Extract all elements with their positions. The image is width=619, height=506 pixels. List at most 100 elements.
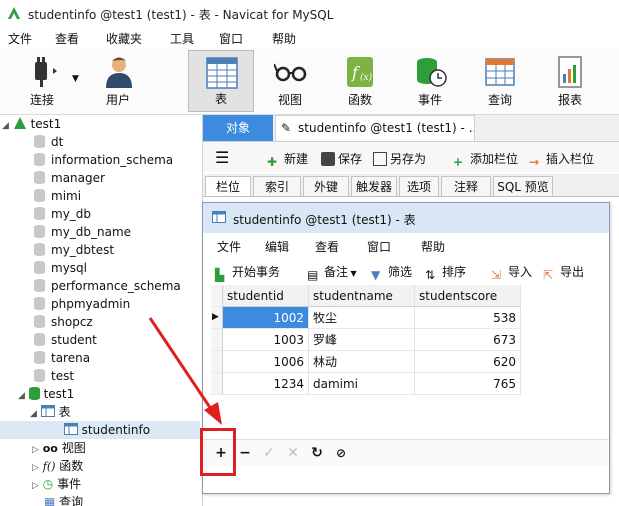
tree-database-item[interactable]: mimi — [34, 187, 81, 205]
note-button[interactable]: ▤ 备注 ▼ — [307, 263, 357, 282]
expand-icon[interactable]: ▷ — [32, 481, 39, 491]
tab-document[interactable]: ✎ studentinfo @test1 (test1) - ... — [275, 115, 475, 141]
tree-database-item[interactable]: shopcz — [34, 313, 93, 331]
table-cell[interactable]: 林动 — [309, 351, 415, 373]
tab-triggers[interactable]: 触发器 — [351, 176, 397, 196]
table-button[interactable]: 表 — [188, 50, 254, 112]
tree-selected-table[interactable]: studentinfo — [0, 421, 200, 439]
new-icon: ✚ — [267, 155, 278, 169]
tab-options[interactable]: 选项 — [399, 176, 439, 196]
menu-help[interactable]: 帮助 — [272, 30, 296, 47]
table-cell[interactable]: 765 — [415, 373, 521, 395]
event-icon: ◷ — [42, 477, 54, 491]
table-cell[interactable]: 1006 — [223, 351, 309, 373]
table-cell[interactable]: 620 — [415, 351, 521, 373]
row-header[interactable]: ▶ — [211, 307, 223, 329]
tree-database-item[interactable]: my_db_name — [34, 223, 131, 241]
collapse-icon[interactable]: ◢ — [30, 409, 37, 419]
apply-changes-icon[interactable]: ✓ — [261, 445, 277, 461]
table-cell[interactable]: 538 — [415, 307, 521, 329]
navicat-logo-icon — [8, 7, 20, 19]
column-header-studentid[interactable]: studentid — [223, 285, 309, 307]
user-button[interactable]: 用户 — [86, 50, 150, 112]
report-button[interactable]: 报表 — [538, 50, 602, 112]
export-label: 导出 — [560, 265, 585, 279]
view-button[interactable]: 视图 — [258, 50, 322, 112]
tab-foreign-keys[interactable]: 外键 — [303, 176, 349, 196]
collapse-icon[interactable]: ◢ — [18, 391, 25, 401]
row-header[interactable] — [211, 329, 223, 351]
event-button[interactable]: 事件 — [398, 50, 462, 112]
stop-icon[interactable]: ⊘ — [333, 445, 349, 461]
inner-menu-view[interactable]: 查看 — [315, 238, 339, 255]
tree-database-item[interactable]: my_db — [34, 205, 91, 223]
table-cell[interactable]: 673 — [415, 329, 521, 351]
tree-events-group[interactable]: ▷ ◷ 事件 — [32, 475, 81, 493]
save-as-button[interactable]: 另存为 — [373, 150, 426, 167]
inner-menu-window[interactable]: 窗口 — [367, 238, 391, 255]
hamburger-menu-icon[interactable]: ☰ — [215, 148, 229, 167]
insert-field-button[interactable]: → 插入栏位 — [529, 150, 594, 169]
table-cell[interactable]: 1002 — [223, 307, 309, 329]
begin-transaction-button[interactable]: ▙ 开始事务 — [215, 263, 280, 282]
collapse-icon[interactable]: ◢ — [2, 121, 9, 131]
inner-menu-help[interactable]: 帮助 — [421, 238, 445, 255]
sort-button[interactable]: ⇅ 排序 — [425, 263, 466, 282]
tree-open-db[interactable]: ◢ test1 — [18, 385, 74, 403]
glasses-icon: oo — [42, 442, 58, 455]
inner-menu-file[interactable]: 文件 — [217, 238, 241, 255]
table-cell[interactable]: 1234 — [223, 373, 309, 395]
menu-file[interactable]: 文件 — [8, 30, 32, 47]
menu-favorites[interactable]: 收藏夹 — [106, 30, 142, 47]
tree-database-item[interactable]: manager — [34, 169, 105, 187]
tree-database-item[interactable]: phpmyadmin — [34, 295, 130, 313]
function-button[interactable]: f (x) 函数 — [328, 50, 392, 112]
query-button[interactable]: 查询 — [468, 50, 532, 112]
database-icon — [34, 315, 45, 328]
save-button[interactable]: 保存 — [321, 150, 362, 167]
tree-functions-group[interactable]: ▷ f() 函数 — [32, 457, 83, 475]
menu-window[interactable]: 窗口 — [219, 30, 243, 47]
tree-database-item[interactable]: performance_schema — [34, 277, 181, 295]
tree-database-item[interactable]: information_schema — [34, 151, 173, 169]
tree-database-item[interactable]: test — [34, 367, 74, 385]
connect-dropdown-icon[interactable]: ▼ — [72, 74, 79, 84]
tree-tables-group[interactable]: ◢ 表 — [30, 403, 71, 421]
menu-tools[interactable]: 工具 — [170, 30, 194, 47]
expand-icon[interactable]: ▷ — [32, 445, 39, 455]
tab-comments[interactable]: 注释 — [441, 176, 491, 196]
table-cell[interactable]: damimi — [309, 373, 415, 395]
column-header-studentscore[interactable]: studentscore — [415, 285, 521, 307]
table-cell[interactable]: 罗峰 — [309, 329, 415, 351]
tree-database-item[interactable]: tarena — [34, 349, 90, 367]
refresh-icon[interactable]: ↻ — [309, 445, 325, 461]
tree-database-item[interactable]: mysql — [34, 259, 87, 277]
tab-fields[interactable]: 栏位 — [205, 176, 251, 196]
row-header[interactable] — [211, 351, 223, 373]
expand-icon[interactable]: ▷ — [32, 463, 39, 473]
tree-database-item[interactable]: dt — [34, 133, 63, 151]
discard-changes-icon[interactable]: ✕ — [285, 445, 301, 461]
table-cell[interactable]: 1003 — [223, 329, 309, 351]
tree-connection[interactable]: ◢ test1 — [2, 115, 61, 133]
tree-database-item[interactable]: student — [34, 331, 97, 349]
design-table-icon: ✎ — [281, 121, 292, 135]
tree-queries-group[interactable]: ▦ 查询 — [44, 493, 83, 506]
table-cell[interactable]: 牧尘 — [309, 307, 415, 329]
delete-record-icon[interactable]: − — [237, 445, 253, 461]
menu-view[interactable]: 查看 — [55, 30, 79, 47]
tree-views-group[interactable]: ▷ oo 视图 — [32, 439, 86, 457]
import-button[interactable]: ⇲ 导入 — [491, 263, 532, 282]
export-button[interactable]: ⇱ 导出 — [543, 263, 584, 282]
inner-menu-edit[interactable]: 编辑 — [265, 238, 289, 255]
column-header-studentname[interactable]: studentname — [309, 285, 415, 307]
tab-objects[interactable]: 对象 — [203, 115, 273, 141]
tree-database-item[interactable]: my_dbtest — [34, 241, 114, 259]
tab-indexes[interactable]: 索引 — [253, 176, 301, 196]
connect-button[interactable]: 连接 — [10, 50, 74, 112]
new-button[interactable]: ✚ 新建 — [267, 150, 308, 169]
add-field-button[interactable]: + 添加栏位 — [453, 150, 518, 169]
filter-button[interactable]: ▼ 筛选 — [371, 263, 412, 282]
tab-sql-preview[interactable]: SQL 预览 — [493, 176, 553, 196]
row-header[interactable] — [211, 373, 223, 395]
